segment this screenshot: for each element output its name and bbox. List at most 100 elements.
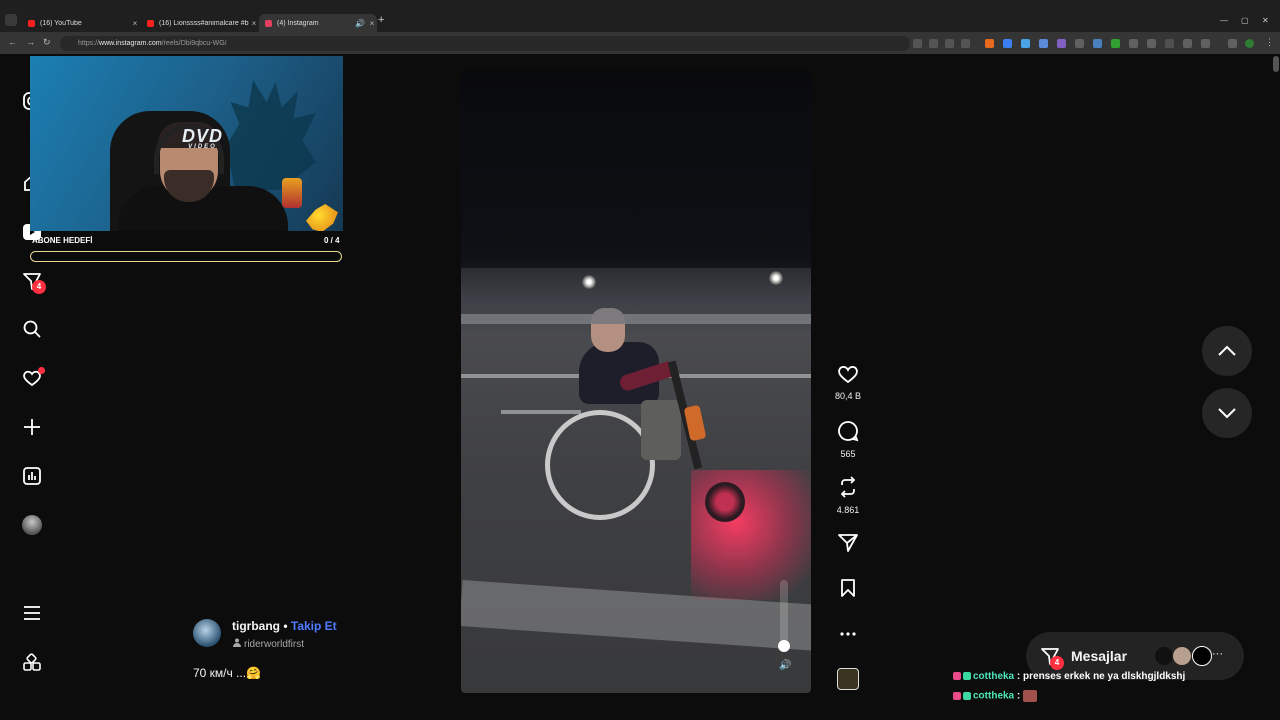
tab-youtube[interactable]: (16) YouTube × [22, 14, 140, 32]
new-tab-button[interactable]: + [378, 14, 384, 26]
next-reel-button[interactable] [1202, 388, 1252, 438]
messages-more-icon[interactable]: ··· [1212, 648, 1223, 660]
rider-hair [591, 308, 625, 324]
dashboard-icon[interactable] [21, 465, 43, 487]
chat-badge-icon [953, 692, 961, 700]
messages-badge: 4 [1050, 656, 1064, 670]
dvd-logo: DVD VIDEO [182, 126, 224, 150]
extension-icon[interactable] [1075, 39, 1084, 48]
search-icon[interactable] [21, 318, 43, 340]
browser-menu-icon[interactable]: ⋮ [1265, 37, 1274, 48]
zoom-icon[interactable] [913, 39, 922, 48]
extension-icon[interactable] [1003, 39, 1012, 48]
tab-youtube-lions[interactable]: (16) Lionssss#animalcare #big × [141, 14, 259, 32]
tab-search-button[interactable] [5, 14, 17, 26]
tab-close-icon[interactable]: × [130, 19, 140, 28]
chat-text: prenses erkek ne ya dlskhgjldkshj [1023, 671, 1186, 682]
follow-button[interactable]: Takip Et [291, 619, 337, 633]
bookmark-star-icon[interactable] [961, 39, 970, 48]
url-path: /reels/Dbi9qbcu-WG/ [161, 40, 227, 47]
rider-legs [641, 400, 681, 460]
close-window-button[interactable]: ✕ [1262, 16, 1269, 25]
maximize-button[interactable]: ▢ [1241, 16, 1249, 25]
author-line: tigrbang • Takip Et [232, 619, 337, 633]
extension-icon[interactable] [1021, 39, 1030, 48]
repost-count: 4.861 [836, 505, 860, 515]
night-sky [461, 70, 811, 285]
audio-link[interactable]: riderworldfirst [233, 638, 304, 650]
volume-slider[interactable] [780, 580, 788, 646]
chat-badge-icon [963, 692, 971, 700]
previous-reel-button[interactable] [1202, 326, 1252, 376]
guard-rail [461, 314, 811, 324]
extension-icon[interactable] [1165, 39, 1174, 48]
chat-message: cottheka : prenses erkek ne ya dlskhgjld… [953, 671, 1185, 682]
bookmark-icon [841, 579, 855, 597]
eye-off-icon[interactable] [945, 39, 954, 48]
like-button[interactable]: 80,4 B [828, 364, 868, 401]
tab-title: (16) YouTube [40, 19, 82, 27]
chat-username: cottheka [973, 671, 1015, 682]
extension-icon[interactable] [1093, 39, 1102, 48]
notification-dot [38, 367, 45, 374]
chevron-up-icon [1218, 345, 1236, 356]
audio-thumbnail[interactable] [837, 668, 859, 690]
cast-icon[interactable] [929, 39, 938, 48]
audio-name: riderworldfirst [244, 639, 305, 650]
lane-marking [501, 410, 581, 414]
extension-icon[interactable] [1057, 39, 1066, 48]
separator: • [280, 619, 291, 633]
apps-icon[interactable] [21, 652, 43, 674]
author-avatar[interactable] [193, 619, 221, 647]
extension-icon[interactable] [1039, 39, 1048, 48]
tab-audio-icon[interactable]: 🔊 [353, 19, 367, 28]
url-host: www.instagram.com [99, 40, 162, 47]
extension-icon[interactable] [985, 39, 994, 48]
author-username[interactable]: tigrbang [232, 619, 280, 633]
tab-close-icon[interactable]: × [367, 19, 377, 28]
extension-icon[interactable] [1228, 39, 1237, 48]
like-count: 80,4 B [834, 391, 862, 401]
chat-emote-icon [1023, 690, 1038, 702]
url-scheme: https:// [78, 40, 100, 47]
forward-icon[interactable]: → [26, 37, 35, 47]
comment-button[interactable]: 565 [828, 420, 868, 459]
back-icon[interactable]: ← [8, 37, 17, 47]
chevron-down-icon [1218, 408, 1236, 419]
extension-icon[interactable] [1111, 39, 1120, 48]
message-avatar[interactable] [1154, 646, 1174, 666]
volume-slider-knob[interactable] [778, 640, 790, 652]
repost-button[interactable]: 4.861 [828, 476, 868, 515]
handbike-front-wheel [705, 482, 745, 522]
profile-avatar-icon[interactable] [1245, 39, 1254, 48]
more-options-button[interactable] [828, 624, 868, 642]
minimize-button[interactable]: — [1220, 16, 1228, 25]
extension-icon[interactable] [1183, 39, 1192, 48]
volume-icon[interactable]: 🔊 [779, 660, 791, 671]
wheelchair-wheel [545, 410, 655, 520]
send-icon [838, 534, 858, 552]
subscriber-goal-label: ABONE HEDEFİ [32, 236, 93, 245]
reel-video[interactable] [461, 70, 811, 693]
reload-icon[interactable]: ↻ [43, 37, 51, 48]
extensions-puzzle-icon[interactable] [1201, 39, 1210, 48]
tab-instagram[interactable]: (4) Instagram 🔊 × [259, 14, 377, 32]
direct-unread-badge: 4 [32, 280, 46, 294]
address-bar[interactable]: https://www.instagram.com/reels/Dbi9qbcu… [60, 36, 910, 51]
page-scrollbar[interactable] [1273, 56, 1279, 72]
profile-avatar[interactable] [21, 514, 43, 536]
menu-icon[interactable] [21, 602, 43, 624]
chat-username: cottheka [973, 690, 1015, 702]
drink-can [282, 178, 302, 208]
share-button[interactable] [828, 533, 868, 558]
bird-figure [306, 204, 338, 231]
message-avatar[interactable] [1192, 646, 1212, 666]
street-lamp [769, 271, 783, 285]
create-icon[interactable] [21, 416, 43, 438]
extension-icon[interactable] [1147, 39, 1156, 48]
tab-close-icon[interactable]: × [249, 19, 259, 28]
tab-title: (4) Instagram [277, 19, 319, 27]
message-avatar[interactable] [1172, 646, 1192, 666]
save-button[interactable] [828, 578, 868, 603]
extension-icon[interactable] [1129, 39, 1138, 48]
